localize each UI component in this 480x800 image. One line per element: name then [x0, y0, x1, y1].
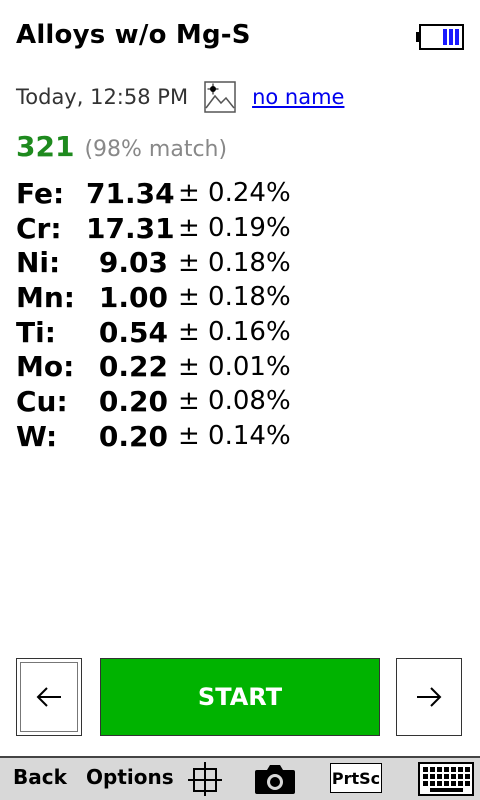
element-label: Cr:	[16, 211, 62, 245]
name-link[interactable]: no name	[252, 85, 344, 109]
table-row: Cu: 0.20 ± 0.08%	[16, 384, 291, 419]
element-label: W:	[16, 419, 58, 453]
element-value: 0.20	[98, 419, 168, 453]
grade-match: 321 (98% match)	[16, 130, 227, 163]
start-button[interactable]: START	[100, 658, 380, 736]
table-row: Mn: 1.00 ± 0.18%	[16, 280, 291, 315]
element-value: 17.31	[86, 211, 175, 245]
element-value: 0.20	[98, 384, 168, 418]
element-label: Ni:	[16, 246, 61, 280]
options-button[interactable]: Options	[86, 765, 174, 789]
arrow-right-icon	[417, 687, 442, 707]
next-button[interactable]	[396, 658, 462, 736]
prtsc-button[interactable]: PrtSc	[330, 763, 382, 793]
element-value: 71.34	[86, 176, 175, 210]
element-value: 0.22	[98, 350, 168, 384]
prtsc-label: PrtSc	[331, 768, 381, 788]
battery-icon	[416, 24, 464, 50]
results-table: Fe: 71.34 ± 0.24% Cr: 17.31 ± 0.19% Ni: …	[16, 176, 291, 454]
timestamp: Today, 12:58 PM	[16, 85, 189, 109]
table-row: Fe: 71.34 ± 0.24%	[16, 176, 291, 211]
table-row: W: 0.20 ± 0.14%	[16, 419, 291, 454]
reading-meta: Today, 12:58 PM no name	[16, 80, 344, 114]
element-error: ± 0.18%	[178, 247, 291, 278]
element-value: 1.00	[98, 280, 168, 314]
element-label: Mn:	[16, 280, 75, 314]
table-row: Mo: 0.22 ± 0.01%	[16, 349, 291, 384]
element-error: ± 0.16%	[178, 317, 291, 348]
back-button[interactable]: Back	[13, 765, 67, 789]
bottom-toolbar: Back Options PrtSc	[0, 756, 480, 800]
element-error: ± 0.14%	[178, 421, 291, 452]
element-label: Mo:	[16, 350, 75, 384]
table-row: Ni: 9.03 ± 0.18%	[16, 245, 291, 280]
element-label: Cu:	[16, 384, 68, 418]
arrow-left-icon	[36, 687, 61, 707]
image-icon[interactable]	[204, 81, 236, 113]
grade-number: 321	[16, 130, 75, 163]
element-error: ± 0.19%	[178, 213, 291, 244]
table-row: Cr: 17.31 ± 0.19%	[16, 211, 291, 246]
element-error: ± 0.08%	[178, 386, 291, 417]
match-percent: (98% match)	[84, 137, 228, 162]
crosshair-icon[interactable]	[188, 761, 222, 797]
element-label: Fe:	[16, 176, 65, 210]
table-row: Ti: 0.54 ± 0.16%	[16, 315, 291, 350]
element-value: 9.03	[98, 246, 168, 280]
app-title: Alloys w/o Mg-S	[16, 20, 251, 50]
camera-icon[interactable]	[253, 762, 297, 796]
previous-button[interactable]	[16, 658, 82, 736]
keyboard-icon[interactable]	[418, 762, 474, 796]
element-error: ± 0.18%	[178, 282, 291, 313]
element-label: Ti:	[16, 315, 56, 349]
element-error: ± 0.01%	[178, 351, 291, 382]
element-value: 0.54	[98, 315, 168, 349]
element-error: ± 0.24%	[178, 178, 291, 209]
